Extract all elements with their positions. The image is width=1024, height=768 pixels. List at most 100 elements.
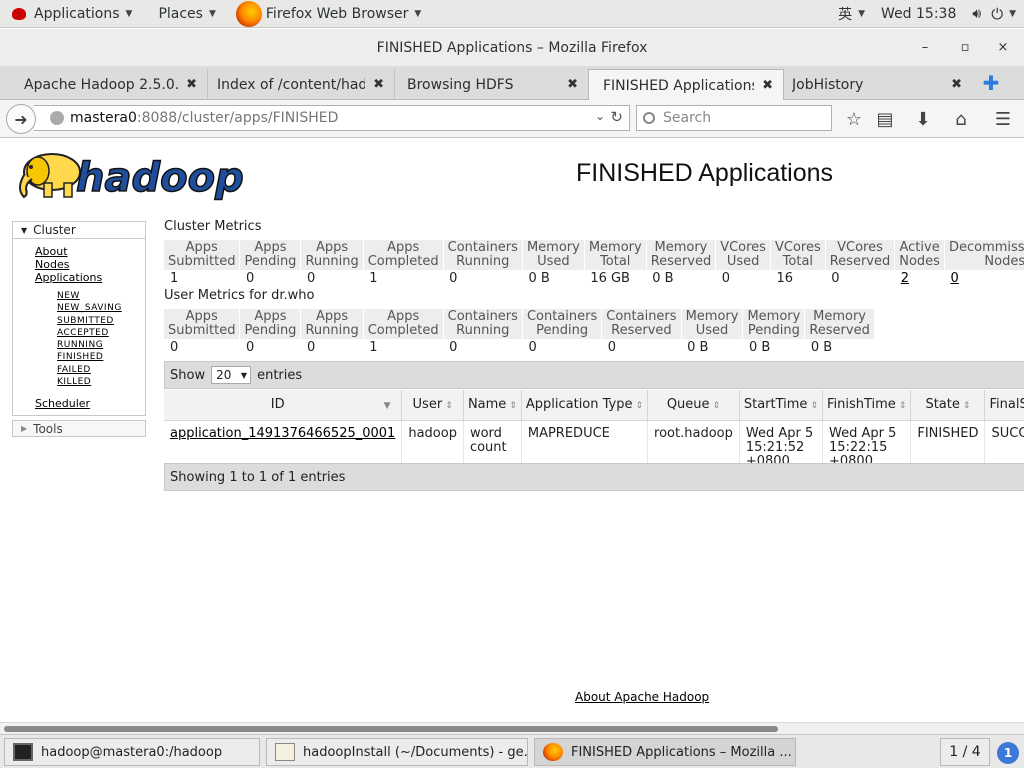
tab-finished-applications[interactable]: FINISHED Applications ✖	[588, 69, 784, 101]
sidebar-item-applications[interactable]: Applications	[35, 271, 145, 284]
sidebar-item-accepted[interactable]: ACCEPTED	[57, 327, 145, 339]
tab-jobhistory[interactable]: JobHistory ✖	[778, 69, 972, 100]
about-apache-hadoop-link[interactable]: About Apache Hadoop	[575, 690, 709, 704]
sidebar-item-finished[interactable]: FINISHED	[57, 351, 145, 363]
header-line: Completed	[367, 254, 439, 269]
page.cluster_metrics-value: 2	[895, 270, 945, 286]
bookmark-star-icon[interactable]: ☆	[842, 107, 866, 131]
header-line: Submitted	[168, 254, 236, 269]
sidebar-tools-header[interactable]: ▶ Tools	[12, 420, 146, 437]
header-line: Containers	[447, 309, 518, 324]
header-label: Queue	[666, 397, 710, 413]
sidebar-item-killed[interactable]: KILLED	[57, 376, 145, 388]
active-app-label: Firefox Web Browser	[265, 5, 409, 22]
column-header-name[interactable]: Name ⇕	[463, 390, 522, 421]
column-header-application-type[interactable]: Application Type ⇕	[521, 390, 649, 421]
header-label: User	[412, 397, 443, 413]
window-title: FINISHED Applications – Mozilla Firefox	[376, 39, 648, 56]
maximize-button[interactable]: ▫	[950, 29, 980, 66]
download-icon[interactable]: ⬇	[911, 107, 935, 131]
active-app-menu[interactable]: Firefox Web Browser ▼	[228, 0, 429, 28]
close-icon[interactable]: ✖	[373, 77, 384, 92]
metric-link[interactable]: 0	[950, 271, 958, 286]
header-line: Pending	[244, 254, 297, 269]
sort-icon: ⇕	[445, 401, 453, 412]
tab-label: Browsing HDFS	[407, 76, 514, 93]
page.cluster_metrics-value: 0	[721, 270, 730, 286]
notification-badge[interactable]: 1	[997, 742, 1019, 764]
taskbar-item-terminal[interactable]: hadoop@mastera0:/hadoop	[4, 738, 260, 766]
cluster-label: Cluster	[33, 223, 76, 237]
close-icon[interactable]: ✖	[186, 77, 197, 92]
close-icon[interactable]: ✖	[951, 77, 962, 92]
page-size-select[interactable]: 20 ▼	[211, 366, 252, 384]
applications-menu[interactable]: Applications ▼	[0, 0, 140, 28]
header-line: Used	[537, 254, 570, 269]
sidebar-item-submitted[interactable]: SUBMITTED	[57, 315, 145, 327]
column-header-queue[interactable]: Queue ⇕	[647, 390, 740, 421]
reload-icon[interactable]: ↻	[610, 108, 623, 126]
header-label: Application Type	[525, 397, 633, 413]
page.user_metrics-header: Apps Pending	[239, 309, 302, 339]
home-icon[interactable]: ⌂	[949, 107, 973, 131]
minimize-button[interactable]: –	[910, 29, 940, 66]
sidebar-item-nodes[interactable]: Nodes	[35, 258, 145, 271]
column-header-id[interactable]: ID ▼	[164, 390, 403, 421]
column-header-finalstatus[interactable]: FinalStatus	[984, 390, 1024, 421]
sidebar-item-running[interactable]: RUNNING	[57, 339, 145, 351]
header-line: Running	[456, 254, 510, 269]
hadoop-logo[interactable]: hadoop	[14, 145, 254, 205]
header-line: Apps	[315, 309, 349, 324]
sort-icon: ⇕	[509, 401, 517, 412]
search-input[interactable]: Search	[636, 105, 832, 131]
page.cluster_metrics-header: Apps Running	[300, 240, 364, 270]
close-button[interactable]: ×	[988, 29, 1018, 66]
application-id-link[interactable]: application_1491376466525_0001	[170, 426, 395, 441]
column-header-starttime[interactable]: StartTime ⇕	[739, 390, 823, 421]
sidebar-item-failed[interactable]: FAILED	[57, 364, 145, 376]
header-line: Reserved	[829, 254, 891, 269]
triangle-right-icon: ▶	[21, 424, 28, 433]
url-bar[interactable]: mastera0:8088/cluster/apps/FINISHED ⌄ ↻	[34, 105, 630, 131]
places-menu[interactable]: Places ▼	[150, 0, 223, 28]
horizontal-scrollbar[interactable]	[0, 722, 1024, 734]
column-header-state[interactable]: State ⇕	[910, 390, 986, 421]
back-button[interactable]: ➜	[6, 104, 36, 134]
metric-link[interactable]: 2	[901, 271, 909, 286]
reading-list-icon[interactable]: ▤	[873, 107, 897, 131]
url-host: mastera0	[70, 110, 137, 126]
input-method-indicator[interactable]: 英 ▼	[830, 0, 873, 28]
sidebar-item-about[interactable]: About	[35, 245, 145, 258]
notification-count: 1	[1003, 746, 1013, 760]
tab-hadoop-home[interactable]: Apache Hadoop 2.5.0... ✖	[10, 69, 208, 100]
workspace-pager[interactable]: 1 / 4	[940, 738, 990, 766]
page.cluster_metrics-value: 0 B	[652, 270, 674, 286]
scrollbar-thumb[interactable]	[4, 726, 778, 732]
header-line: Pending	[747, 323, 800, 338]
taskbar-item-firefox[interactable]: FINISHED Applications – Mozilla ...	[534, 738, 796, 766]
sidebar-item-new[interactable]: NEW	[57, 290, 145, 302]
header-line: Total	[600, 254, 631, 269]
sidebar-item-new-saving[interactable]: NEW_SAVING	[57, 302, 145, 314]
new-tab-button[interactable]: ✚	[980, 72, 1002, 94]
show-suffix: entries	[257, 367, 303, 383]
clock[interactable]: Wed 15:38	[873, 0, 964, 28]
time-line: Wed Apr 5	[745, 425, 814, 441]
header-line: Active	[899, 240, 940, 255]
tab-index-of[interactable]: Index of /content/had... ✖	[203, 69, 395, 100]
header-line: Memory	[588, 240, 642, 255]
system-menu[interactable]: 🔊︎ ⏻ ▼	[964, 0, 1024, 28]
sidebar-item-scheduler[interactable]: Scheduler	[35, 397, 145, 410]
taskbar: hadoop@mastera0:/hadoop hadoopInstall (~…	[0, 734, 1024, 768]
header-line: Submitted	[168, 323, 236, 338]
column-header-finishtime[interactable]: FinishTime ⇕	[822, 390, 912, 421]
close-icon[interactable]: ✖	[762, 78, 773, 93]
hamburger-menu-icon[interactable]: ☰	[991, 107, 1015, 131]
sidebar-cluster-header[interactable]: ▼ Cluster	[13, 222, 145, 239]
taskbar-item-gedit[interactable]: hadoopInstall (~/Documents) - ge...	[266, 738, 528, 766]
close-icon[interactable]: ✖	[567, 77, 578, 92]
user-metrics-table: Apps Submitted Apps Pending Apps Running Apps C…	[164, 309, 875, 355]
history-dropdown-icon[interactable]: ⌄	[595, 109, 605, 123]
column-header-user[interactable]: User ⇕	[401, 390, 464, 421]
tab-browsing-hdfs[interactable]: Browsing HDFS ✖	[393, 69, 589, 100]
